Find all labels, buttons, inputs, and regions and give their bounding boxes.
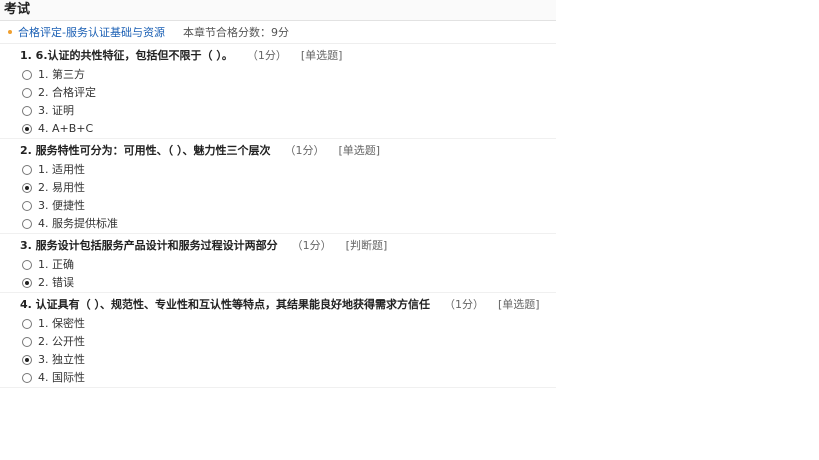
answer-option[interactable]: 4. 国际性 bbox=[0, 369, 556, 387]
option-label: 3. 证明 bbox=[38, 104, 74, 117]
question-text: 4. 认证具有（ ）、规范性、专业性和互认性等特点，其结果能良好地获得需求方信任 bbox=[20, 298, 430, 311]
option-label: 2. 错误 bbox=[38, 276, 74, 289]
question-title-row: 1. 6.认证的共性特征，包括但不限于（ ）。 （1分） [单选题] bbox=[0, 44, 556, 66]
radio-unchecked-icon[interactable] bbox=[22, 337, 32, 347]
question-2: 2. 服务特性可分为：可用性、（ ）、魅力性三个层次 （1分） [单选题] 1. 适用… bbox=[0, 139, 556, 234]
answer-option[interactable]: 3. 便捷性 bbox=[0, 197, 556, 215]
question-4: 4. 认证具有（ ）、规范性、专业性和互认性等特点，其结果能良好地获得需求方信任… bbox=[0, 293, 556, 388]
option-label: 3. 便捷性 bbox=[38, 199, 85, 212]
radio-checked-icon[interactable] bbox=[22, 124, 32, 134]
question-type: [单选题] bbox=[300, 49, 343, 62]
radio-unchecked-icon[interactable] bbox=[22, 106, 32, 116]
question-score: （1分） bbox=[246, 49, 287, 62]
page-title: 考试 bbox=[4, 2, 31, 17]
option-label: 4. 服务提供标准 bbox=[38, 217, 118, 230]
question-text: 3. 服务设计包括服务产品设计和服务过程设计两部分 bbox=[20, 239, 278, 252]
option-label: 2. 合格评定 bbox=[38, 86, 96, 99]
answer-option[interactable]: 2. 错误 bbox=[0, 274, 556, 292]
question-score: （1分） bbox=[291, 239, 332, 252]
section-link[interactable]: 合格评定-服务认证基础与资源 bbox=[18, 24, 165, 40]
section-bar: 合格评定-服务认证基础与资源 本章节合格分数：9分 bbox=[0, 21, 556, 44]
answer-option[interactable]: 2. 合格评定 bbox=[0, 84, 556, 102]
question-text: 2. 服务特性可分为：可用性、（ ）、魅力性三个层次 bbox=[20, 144, 271, 157]
question-type: [判断题] bbox=[345, 239, 388, 252]
question-text: 1. 6.认证的共性特征，包括但不限于（ ）。 bbox=[20, 49, 233, 62]
answer-option[interactable]: 2. 易用性 bbox=[0, 179, 556, 197]
answer-option[interactable]: 3. 证明 bbox=[0, 102, 556, 120]
radio-unchecked-icon[interactable] bbox=[22, 201, 32, 211]
answer-option[interactable]: 1. 保密性 bbox=[0, 315, 556, 333]
radio-unchecked-icon[interactable] bbox=[22, 373, 32, 383]
radio-unchecked-icon[interactable] bbox=[22, 70, 32, 80]
radio-unchecked-icon[interactable] bbox=[22, 165, 32, 175]
question-type: [单选题] bbox=[498, 298, 540, 311]
question-title-row: 3. 服务设计包括服务产品设计和服务过程设计两部分 （1分） [判断题] bbox=[0, 234, 556, 256]
question-title-row: 4. 认证具有（ ）、规范性、专业性和互认性等特点，其结果能良好地获得需求方信任… bbox=[0, 293, 556, 315]
answer-option[interactable]: 4. 服务提供标准 bbox=[0, 215, 556, 233]
section-pass-score: 本章节合格分数：9分 bbox=[182, 26, 289, 39]
question-3: 3. 服务设计包括服务产品设计和服务过程设计两部分 （1分） [判断题] 1. 正确 2… bbox=[0, 234, 556, 293]
radio-checked-icon[interactable] bbox=[22, 278, 32, 288]
option-label: 4. 国际性 bbox=[38, 371, 85, 384]
answer-option[interactable]: 1. 适用性 bbox=[0, 161, 556, 179]
bullet-icon bbox=[8, 30, 12, 34]
option-label: 2. 公开性 bbox=[38, 335, 85, 348]
option-label: 1. 保密性 bbox=[38, 317, 85, 330]
radio-checked-icon[interactable] bbox=[22, 355, 32, 365]
question-list: 1. 6.认证的共性特征，包括但不限于（ ）。 （1分） [单选题] 1. 第三方 2.… bbox=[0, 44, 556, 388]
question-type: [单选题] bbox=[338, 144, 381, 157]
question-1: 1. 6.认证的共性特征，包括但不限于（ ）。 （1分） [单选题] 1. 第三方 2.… bbox=[0, 44, 556, 139]
question-score: （1分） bbox=[444, 298, 484, 311]
radio-unchecked-icon[interactable] bbox=[22, 319, 32, 329]
answer-option[interactable]: 1. 正确 bbox=[0, 256, 556, 274]
radio-unchecked-icon[interactable] bbox=[22, 219, 32, 229]
radio-unchecked-icon[interactable] bbox=[22, 260, 32, 270]
option-label: 4. A+B+C bbox=[38, 122, 94, 135]
option-label: 1. 第三方 bbox=[38, 68, 85, 81]
radio-unchecked-icon[interactable] bbox=[22, 88, 32, 98]
option-label: 1. 正确 bbox=[38, 258, 74, 271]
answer-option[interactable]: 1. 第三方 bbox=[0, 66, 556, 84]
exam-page: 考试 合格评定-服务认证基础与资源 本章节合格分数：9分 1. 6.认证的共性特… bbox=[0, 0, 556, 460]
answer-option[interactable]: 3. 独立性 bbox=[0, 351, 556, 369]
answer-option[interactable]: 2. 公开性 bbox=[0, 333, 556, 351]
question-score: （1分） bbox=[284, 144, 325, 157]
option-label: 2. 易用性 bbox=[38, 181, 85, 194]
option-label: 3. 独立性 bbox=[38, 353, 85, 366]
radio-checked-icon[interactable] bbox=[22, 183, 32, 193]
page-header: 考试 bbox=[0, 0, 556, 21]
option-label: 1. 适用性 bbox=[38, 163, 85, 176]
answer-option[interactable]: 4. A+B+C bbox=[0, 120, 556, 138]
question-title-row: 2. 服务特性可分为：可用性、（ ）、魅力性三个层次 （1分） [单选题] bbox=[0, 139, 556, 161]
